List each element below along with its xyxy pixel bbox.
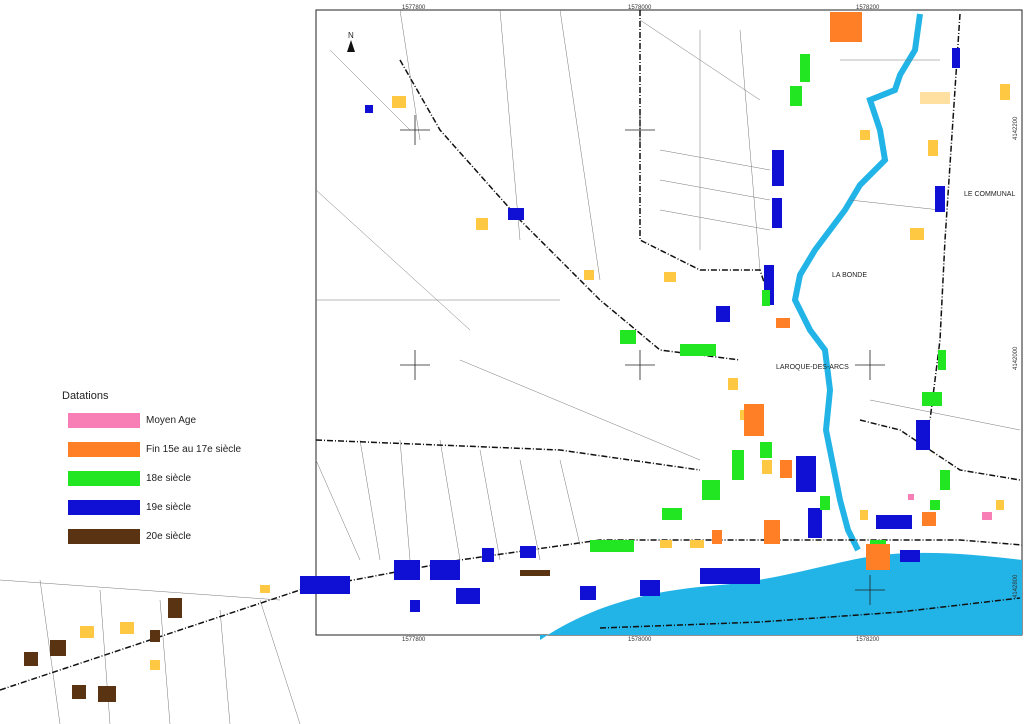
legend-swatch — [68, 471, 140, 486]
coord-bottom-2: 1578000 — [628, 637, 652, 643]
legend-swatch — [68, 413, 140, 428]
legend-label: Fin 15e au 17e siècle — [146, 444, 242, 455]
coord-bottom-1: 1577800 — [402, 637, 426, 643]
coord-top-2: 1578000 — [628, 5, 652, 11]
legend-label: 19e siècle — [146, 502, 192, 513]
legend-swatch — [68, 442, 140, 457]
coord-right-2: 4142000 — [1013, 346, 1019, 370]
legend-swatch — [68, 529, 140, 544]
legend-title: Datations — [62, 390, 109, 402]
coord-top-3: 1578200 — [856, 5, 880, 11]
place-le-communal: LE COMMUNAL — [964, 191, 1015, 198]
coord-right-3: 4142800 — [1013, 574, 1019, 598]
legend-item-18e: 18e siècle — [62, 468, 262, 489]
place-la-bonde: LA BONDE — [832, 272, 867, 279]
legend-item-fin15-17e: Fin 15e au 17e siècle — [62, 439, 262, 460]
legend-label: Moyen Age — [146, 415, 197, 426]
legend-swatch — [68, 500, 140, 515]
place-laroque: LAROQUE-DES-ARCS — [776, 364, 849, 371]
svg-text:N: N — [348, 31, 354, 40]
legend-label: 18e siècle — [146, 473, 192, 484]
legend-label: 20e siècle — [146, 531, 192, 542]
coord-bottom-3: 1578200 — [856, 637, 880, 643]
cadastral-map[interactable]: N 1577800 1578000 1578200 1577800 157800… — [0, 0, 1024, 724]
coord-top-1: 1577800 — [402, 5, 426, 11]
map-legend: Datations Moyen Age Fin 15e au 17e siècl… — [62, 390, 262, 555]
coord-right-1: 4142200 — [1013, 116, 1019, 140]
legend-item-moyen-age: Moyen Age — [62, 410, 262, 431]
legend-item-19e: 19e siècle — [62, 497, 262, 518]
legend-item-20e: 20e siècle — [62, 526, 262, 547]
